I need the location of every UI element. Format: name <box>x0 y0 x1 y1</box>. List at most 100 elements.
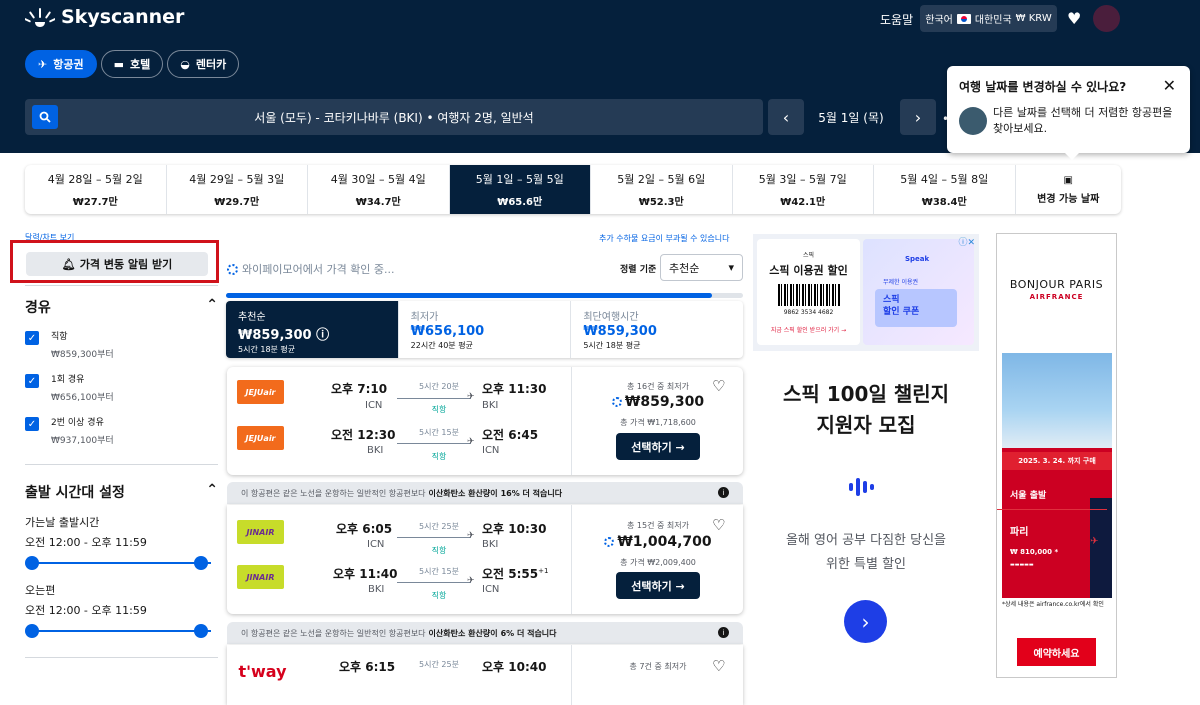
jinair-logo: JINAIR <box>237 565 284 589</box>
search-icon[interactable] <box>32 105 58 129</box>
help-link[interactable]: 도움말 <box>880 11 913 28</box>
eco-banner: 이 항공편은 같은 노선을 운항하는 일반적인 항공편보다 이산화탄소 환산량이 1… <box>227 482 743 504</box>
heart-outline-icon[interactable]: ♡ <box>712 657 725 675</box>
heart-outline-icon[interactable]: ♡ <box>712 516 725 534</box>
prev-date-button[interactable]: ‹ <box>768 99 804 135</box>
korea-flag-icon <box>956 13 971 24</box>
tab-hotels[interactable]: ▬ 호텔 <box>100 50 164 78</box>
slider-handle[interactable] <box>194 624 208 638</box>
select-button[interactable]: 선택하기 → <box>616 572 700 599</box>
stops-title: 경유 <box>25 300 51 316</box>
heart-outline-icon[interactable]: ♡ <box>712 377 725 395</box>
flight-result-card[interactable]: JINAIR 오후 6:05 ICN 5시간 25분 ✈ 직항 오후 10:30… <box>227 505 743 614</box>
tab-car-rental[interactable]: ◒ 렌터카 <box>167 50 240 78</box>
ad-headline: 스픽 100일 챌린지 지원자 모집 <box>753 379 979 441</box>
ad-choices-icon[interactable]: ⓘ✕ <box>958 235 975 248</box>
flight-leg: JINAIR 오후 6:05 ICN 5시간 25분 ✈ 직항 오후 10:30… <box>227 508 570 555</box>
slider-handle[interactable] <box>25 624 39 638</box>
account-avatar[interactable] <box>1093 5 1120 32</box>
chevron-up-icon[interactable]: ⌃ <box>206 297 218 317</box>
price-section: 총 16건 중 최저가 ₩859,300 총 가격 ₩1,718,600 선택하… <box>571 367 743 475</box>
coupon-link[interactable]: 지금 스픽 할인 받으러 가기 → <box>757 325 860 334</box>
checkbox-checked-icon[interactable]: ✓ <box>25 417 39 431</box>
sort-tab-price: ₩859,300 <box>238 328 312 343</box>
date-option[interactable]: 4월 29일 – 5월 3일 ₩29.7만 <box>167 165 308 214</box>
flight-result-card[interactable]: t'way 오후 6:15 5시간 25분 오후 10:40 총 7건 중 최저… <box>227 645 743 705</box>
close-icon[interactable]: ✕ <box>1163 76 1176 95</box>
arrival-time: 오전 6:45 <box>482 428 539 442</box>
loading-spinner-icon <box>611 397 622 407</box>
departure-time: 오후 6:15 <box>339 660 396 674</box>
search-summary-bar[interactable]: 서울 (모두) - 코타키나바루 (BKI) • 여행자 2명, 일반석 <box>25 99 763 135</box>
eco-text: 이 항공편은 같은 노선을 운항하는 일반적인 항공편보다 <box>241 488 426 498</box>
flexible-dates-button[interactable]: ▣ 변경 가능 날짜 <box>1016 165 1122 214</box>
currency-label: ₩ KRW <box>1015 13 1052 24</box>
assistant-avatar-icon <box>959 107 987 135</box>
info-icon[interactable]: ⓘ <box>316 328 329 343</box>
info-icon[interactable]: i <box>718 487 729 498</box>
next-date-button[interactable]: › <box>900 99 936 135</box>
sort-tab-cheapest[interactable]: 최저가 ₩656,100 22시간 40분 평균 <box>399 301 572 358</box>
speak-coupon-art: Speak 무제한 이용권 스픽 할인 쿠폰 <box>863 239 974 345</box>
calendar-icon: ▣ <box>1063 174 1073 186</box>
eco-percent: 6% 더 적습니다 <box>500 628 557 638</box>
date-range: 5월 3일 – 5월 7일 <box>758 173 847 186</box>
sort-tab-best[interactable]: 추천순 ₩859,300 ⓘ 5시간 18분 평균 <box>226 301 399 358</box>
date-option[interactable]: 4월 28일 – 5월 2일 ₩27.7만 <box>25 165 167 214</box>
flight-leg: JINAIR 오후 11:40 BKI 5시간 15분 ✈ 직항 오전 5:55… <box>227 554 570 600</box>
region-label: 대한민국 <box>974 15 1012 26</box>
sort-select[interactable]: 추천순 ▾ <box>660 254 743 281</box>
baggage-fee-note[interactable]: 추가 수하물 요금이 부과될 수 있습니다 <box>599 233 729 244</box>
select-button[interactable]: 선택하기 → <box>616 433 700 460</box>
flexible-dates-label: 변경 가능 날짜 <box>1037 193 1100 205</box>
ad-headline-line: 지원자 모집 <box>816 413 916 437</box>
date-option-selected[interactable]: 5월 1일 – 5월 5일 ₩65.6만 <box>449 165 591 214</box>
skyscanner-logo[interactable]: Skyscanner <box>25 6 184 28</box>
duration: 5시간 20분 <box>419 382 459 391</box>
sort-tab-price: ₩859,300 <box>583 324 657 339</box>
outbound-time-slider[interactable] <box>25 556 218 570</box>
sort-value: 추천순 <box>669 261 700 275</box>
date-option[interactable]: 5월 3일 – 5월 7일 ₩42.1만 <box>733 165 874 214</box>
plane-icon: ✈ <box>467 392 475 402</box>
slider-handle[interactable] <box>25 556 39 570</box>
stop-option-2plus[interactable]: ✓ 2번 이상 경유 ₩937,100부터 <box>25 415 218 446</box>
arrival-airport: ICN <box>482 445 500 456</box>
locale-button[interactable]: 한국어 대한민국 ₩ KRW <box>920 5 1057 32</box>
checkbox-checked-icon[interactable]: ✓ <box>25 374 39 388</box>
date-option[interactable]: 4월 30일 – 5월 4일 ₩34.7만 <box>308 165 450 214</box>
ad-arrow-button[interactable]: › <box>844 600 887 643</box>
date-price: ₩34.7만 <box>355 197 401 208</box>
departure-airport: ICN <box>367 539 385 550</box>
slider-handle[interactable] <box>194 556 208 570</box>
chevron-right-icon: › <box>861 609 870 634</box>
checkbox-checked-icon[interactable]: ✓ <box>25 331 39 345</box>
barcode-icon <box>777 284 840 306</box>
saved-heart-icon[interactable]: ♥ <box>1067 9 1081 28</box>
date-price: ₩52.3만 <box>638 197 684 208</box>
sort-tab-label: 추천순 <box>238 312 266 323</box>
tab-label: 호텔 <box>130 58 151 71</box>
date-price: ₩27.7만 <box>72 197 118 208</box>
airfrance-ad[interactable]: BONJOUR PARIS AIRFRANCE 2025. 3. 24. 까지 … <box>996 233 1117 678</box>
stop-option-direct[interactable]: ✓ 직항 ₩859,300부터 <box>25 329 218 360</box>
coupon-label: 스픽 할인 쿠폰 <box>883 295 920 317</box>
sort-tab-fastest[interactable]: 최단여행시간 ₩859,300 5시간 18분 평균 <box>571 301 743 358</box>
eco-highlight: 이산화탄소 환산량이 <box>428 488 498 498</box>
book-now-button[interactable]: 예약하세요 <box>1017 638 1096 666</box>
info-icon[interactable]: i <box>718 627 729 638</box>
speak-ad[interactable]: 스픽 스픽 이용권 할인 9862 3534 4682 지금 스픽 할인 받으러… <box>753 234 979 678</box>
price-alert-label: 가격 변동 알림 받기 <box>79 258 173 271</box>
ad-top-banner: 스픽 스픽 이용권 할인 9862 3534 4682 지금 스픽 할인 받으러… <box>753 234 979 351</box>
flight-result-card[interactable]: JEJUair 오후 7:10 ICN 5시간 20분 ✈ 직항 오후 11:3… <box>227 367 743 475</box>
departure-time: 오후 7:10 <box>331 382 388 396</box>
price-alert-button[interactable]: 🔔︎ 가격 변동 알림 받기 <box>26 252 208 276</box>
departure-time: 오후 11:40 <box>333 567 398 581</box>
return-time-slider[interactable] <box>25 624 218 638</box>
date-option[interactable]: 5월 2일 – 5월 6일 ₩52.3만 <box>591 165 733 214</box>
arrival-time: 오후 11:30 <box>482 382 547 396</box>
chevron-up-icon[interactable]: ⌃ <box>206 482 218 502</box>
tab-flights[interactable]: ✈ 항공권 <box>25 50 97 78</box>
stop-option-1[interactable]: ✓ 1회 경유 ₩656,100부터 <box>25 372 218 403</box>
date-option[interactable]: 5월 4일 – 5월 8일 ₩38.4만 <box>874 165 1016 214</box>
